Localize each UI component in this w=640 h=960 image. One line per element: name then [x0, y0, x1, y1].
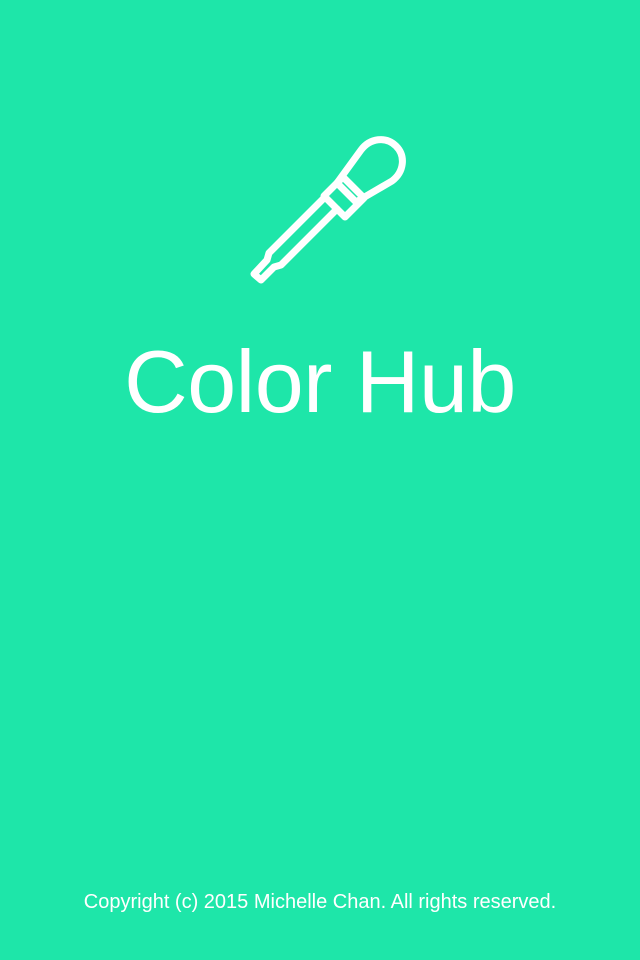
copyright-text: Copyright (c) 2015 Michelle Chan. All ri… [83, 891, 557, 913]
app-title: Color Hub [124, 332, 516, 431]
eyedropper-icon [238, 130, 408, 300]
splash-screen: Color Hub Copyright (c) 2015 Michelle Ch… [0, 0, 640, 960]
